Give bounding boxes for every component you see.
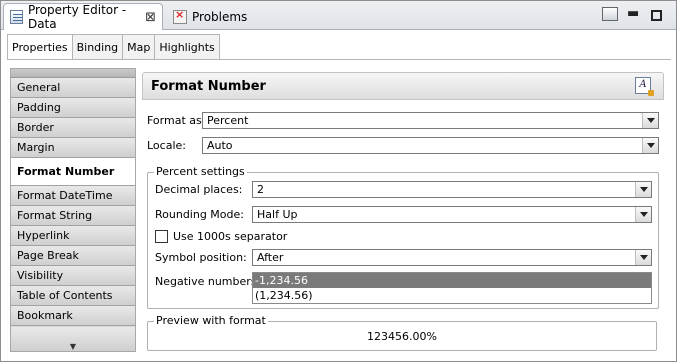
property-editor-window: Property Editor - Data ⊠ Problems ▬ Prop… bbox=[0, 0, 677, 362]
use-1000s-checkbox[interactable] bbox=[155, 230, 168, 243]
subtab-divider bbox=[7, 59, 671, 60]
preview-legend: Preview with format bbox=[154, 314, 268, 327]
category-list: General Padding Border Margin Format Num… bbox=[10, 68, 136, 352]
rounding-mode-select[interactable]: Half Up bbox=[252, 206, 652, 223]
format-as-value: Percent bbox=[207, 114, 249, 127]
preview-value: 123456.00% bbox=[367, 330, 437, 343]
negative-numbers-label: Negative numbers: bbox=[155, 275, 261, 288]
view-menu-icon[interactable] bbox=[602, 7, 618, 21]
locale-label: Locale: bbox=[147, 139, 186, 152]
locale-select[interactable]: Auto bbox=[202, 137, 659, 154]
percent-settings-legend: Percent settings bbox=[154, 165, 247, 178]
use-1000s-label: Use 1000s separator bbox=[173, 230, 288, 243]
category-visibility[interactable]: Visibility bbox=[11, 266, 135, 286]
category-table-of-contents[interactable]: Table of Contents bbox=[11, 286, 135, 306]
chevron-down-icon[interactable] bbox=[642, 138, 658, 153]
category-hyperlink[interactable]: Hyperlink bbox=[11, 226, 135, 246]
chevron-down-icon[interactable] bbox=[635, 250, 651, 265]
category-page-break[interactable]: Page Break bbox=[11, 246, 135, 266]
close-icon[interactable]: ⊠ bbox=[145, 10, 156, 25]
category-list-top bbox=[11, 69, 135, 78]
decimal-places-value: 2 bbox=[257, 183, 264, 196]
symbol-position-value: After bbox=[257, 251, 284, 264]
section-title: Format Number bbox=[151, 79, 266, 94]
tab-problems-label: Problems bbox=[192, 9, 248, 24]
format-icon: A bbox=[635, 77, 654, 96]
negative-option-parens[interactable]: (1,234.56) bbox=[253, 288, 651, 303]
category-margin[interactable]: Margin bbox=[11, 138, 135, 158]
category-format-number[interactable]: Format Number bbox=[11, 158, 135, 186]
tab-problems[interactable]: Problems bbox=[167, 3, 257, 30]
tab-binding[interactable]: Binding bbox=[71, 34, 124, 60]
negative-numbers-list: -1,234.56 (1,234.56) bbox=[252, 272, 652, 304]
property-subtabs: Properties Binding Map Highlights bbox=[7, 34, 220, 60]
decimal-places-select[interactable]: 2 bbox=[252, 181, 652, 198]
property-editor-icon bbox=[10, 10, 23, 24]
maximize-icon[interactable] bbox=[651, 10, 662, 21]
category-bookmark[interactable]: Bookmark bbox=[11, 306, 135, 326]
locale-value: Auto bbox=[207, 139, 233, 152]
tab-map[interactable]: Map bbox=[122, 34, 156, 60]
symbol-position-select[interactable]: After bbox=[252, 249, 652, 266]
negative-option-minus[interactable]: -1,234.56 bbox=[253, 273, 651, 288]
tab-highlights[interactable]: Highlights bbox=[154, 34, 220, 60]
tab-property-editor[interactable]: Property Editor - Data ⊠ bbox=[3, 3, 163, 31]
problems-icon bbox=[173, 8, 187, 24]
category-format-string[interactable]: Format String bbox=[11, 206, 135, 226]
tab-properties[interactable]: Properties bbox=[7, 34, 73, 60]
decimal-places-label: Decimal places: bbox=[155, 183, 243, 196]
chevron-down-icon[interactable] bbox=[635, 182, 651, 197]
tab-property-editor-label: Property Editor - Data bbox=[27, 3, 127, 31]
minimize-icon[interactable]: ▬ bbox=[627, 6, 639, 21]
chevron-down-icon[interactable] bbox=[642, 113, 658, 128]
chevron-down-icon[interactable] bbox=[635, 207, 651, 222]
symbol-position-label: Symbol position: bbox=[155, 251, 247, 264]
section-header: Format Number A bbox=[142, 72, 664, 100]
preview-group: Preview with format 123456.00% bbox=[147, 314, 657, 351]
rounding-mode-value: Half Up bbox=[257, 208, 298, 221]
scroll-down-icon[interactable]: ▼ bbox=[11, 341, 135, 351]
category-border[interactable]: Border bbox=[11, 118, 135, 138]
rounding-mode-label: Rounding Mode: bbox=[155, 208, 244, 221]
format-as-label: Format as: bbox=[147, 114, 206, 127]
category-general[interactable]: General bbox=[11, 78, 135, 98]
category-format-datetime[interactable]: Format DateTime bbox=[11, 186, 135, 206]
view-tab-bar: Property Editor - Data ⊠ Problems ▬ bbox=[1, 1, 676, 31]
category-padding[interactable]: Padding bbox=[11, 98, 135, 118]
format-as-select[interactable]: Percent bbox=[202, 112, 659, 129]
